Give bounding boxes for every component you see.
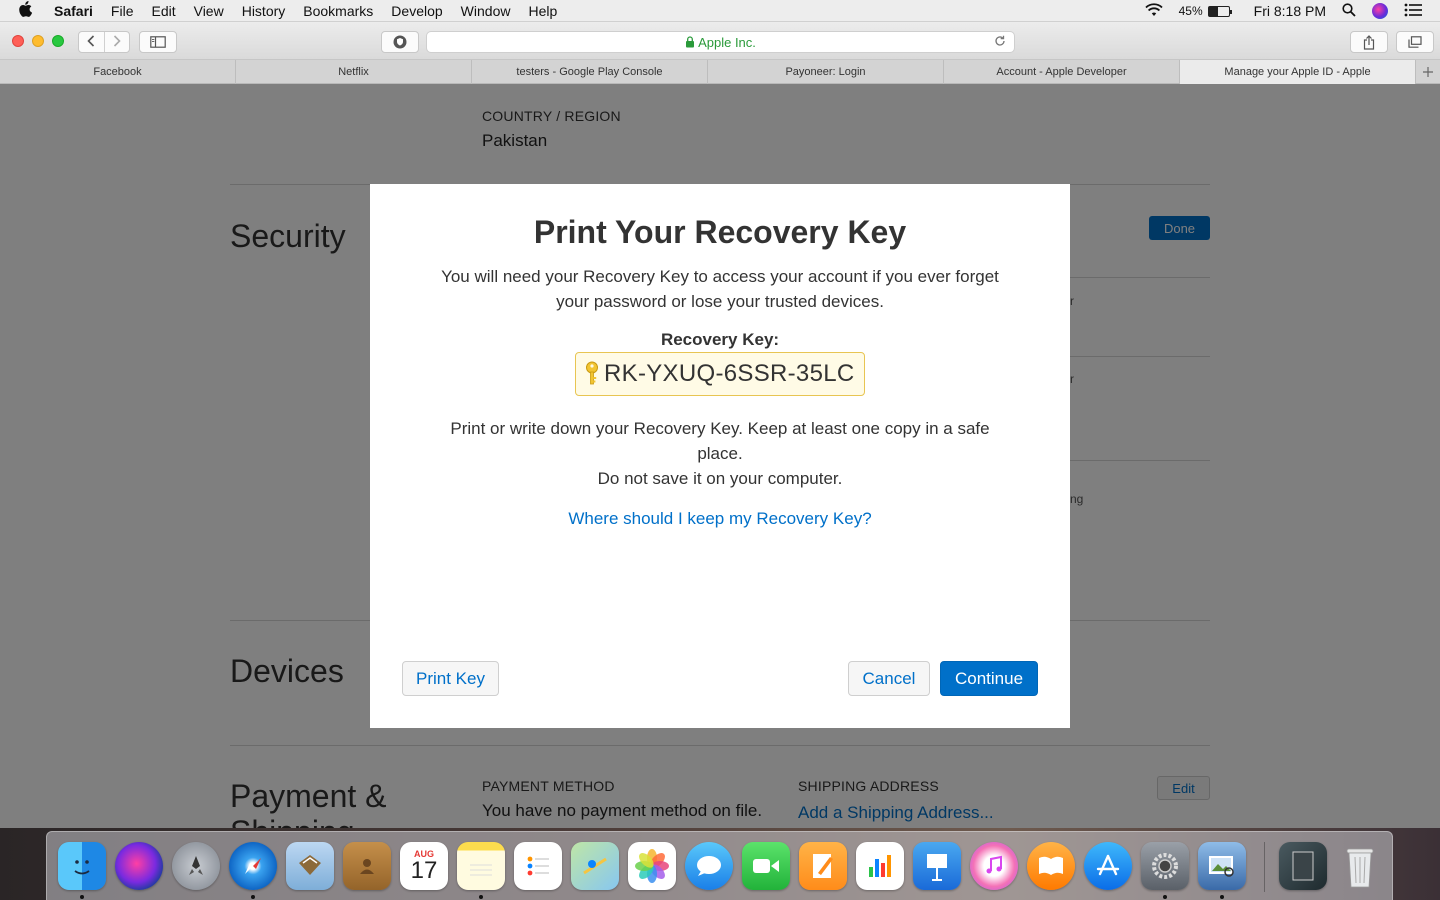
tab-facebook[interactable]: Facebook (0, 60, 236, 84)
fullscreen-window-button[interactable] (52, 35, 64, 47)
itunes-icon[interactable] (970, 842, 1018, 890)
recovery-key-value[interactable]: RK-YXUQ-6SSR-35LC (604, 360, 855, 388)
show-sidebar-button[interactable] (139, 31, 177, 53)
battery-percent: 45% (1178, 4, 1203, 18)
menu-app-name[interactable]: Safari (54, 3, 93, 19)
tab-manage-apple-id[interactable]: Manage your Apple ID - Apple (1180, 60, 1416, 84)
tab-payoneer[interactable]: Payoneer: Login (708, 60, 944, 84)
running-indicator (479, 895, 483, 899)
books-icon[interactable] (1027, 842, 1075, 890)
notice-line: Do not save it on your computer. (597, 469, 843, 488)
chevron-left-icon (87, 34, 95, 47)
dialog-title: Print Your Recovery Key (533, 214, 907, 250)
app-store-icon[interactable] (1084, 842, 1132, 890)
siri-menu-icon[interactable] (1372, 3, 1388, 19)
privacy-report-button[interactable] (381, 31, 419, 53)
print-key-button[interactable]: Print Key (402, 661, 499, 696)
siri-icon[interactable] (115, 842, 163, 890)
running-indicator (1220, 895, 1224, 899)
dialog-intro-text: You will need your Recovery Key to acces… (441, 267, 999, 311)
notes-icon[interactable] (457, 842, 505, 890)
keynote-icon[interactable] (913, 842, 961, 890)
shield-icon (393, 35, 407, 49)
menu-window[interactable]: Window (461, 3, 511, 19)
menu-bookmarks[interactable]: Bookmarks (303, 3, 373, 19)
pages-icon[interactable] (799, 842, 847, 890)
running-indicator (251, 895, 255, 899)
running-indicator (1163, 895, 1167, 899)
recovery-key-help-link[interactable]: Where should I keep my Recovery Key? (370, 509, 1070, 529)
recovery-key-label: Recovery Key: (660, 330, 780, 349)
numbers-icon[interactable] (856, 842, 904, 890)
tab-overview-icon (1408, 36, 1422, 48)
cancel-button[interactable]: Cancel (848, 661, 930, 696)
menu-history[interactable]: History (242, 3, 286, 19)
apple-menu-icon[interactable] (18, 0, 40, 21)
reminders-icon[interactable] (514, 842, 562, 890)
notice-line: Print or write down your Recovery Key. K… (450, 419, 990, 463)
safari-icon[interactable] (229, 842, 277, 890)
menu-view[interactable]: View (194, 3, 224, 19)
plus-icon (1423, 66, 1433, 77)
messages-icon[interactable] (685, 842, 733, 890)
continue-button[interactable]: Continue (940, 661, 1038, 696)
recovery-key-dialog: Print Your Recovery Key You will need yo… (370, 184, 1070, 728)
dialog-notice-text: Print or write down your Recovery Key. K… (450, 416, 990, 491)
dock: AUG 17 (46, 831, 1393, 900)
finder-icon[interactable] (58, 842, 106, 890)
menu-file[interactable]: File (111, 3, 134, 19)
close-window-button[interactable] (12, 35, 24, 47)
reload-icon[interactable] (994, 35, 1006, 50)
back-button[interactable] (79, 34, 104, 50)
lock-icon (686, 36, 695, 48)
navigation-buttons (78, 31, 130, 53)
recovery-key-field[interactable]: RK-YXUQ-6SSR-35LC (575, 352, 865, 396)
chevron-right-icon (113, 34, 121, 47)
spotlight-search-icon[interactable] (1342, 2, 1356, 20)
menu-help[interactable]: Help (528, 3, 557, 19)
running-indicator (80, 895, 84, 899)
wifi-icon[interactable] (1144, 2, 1163, 20)
mail-icon[interactable] (286, 842, 334, 890)
maps-icon[interactable] (571, 842, 619, 890)
photos-icon[interactable] (628, 842, 676, 890)
facetime-icon[interactable] (742, 842, 790, 890)
tab-apple-developer[interactable]: Account - Apple Developer (944, 60, 1180, 84)
dock-separator (1264, 842, 1265, 892)
menu-edit[interactable]: Edit (151, 3, 175, 19)
tab-google-play-console[interactable]: testers - Google Play Console (472, 60, 708, 84)
address-bar[interactable]: Apple Inc. (426, 31, 1015, 53)
launchpad-icon[interactable] (172, 842, 220, 890)
sidebar-icon (150, 36, 166, 48)
clock[interactable]: Fri 8:18 PM (1254, 3, 1326, 19)
browser-toolbar: Apple Inc. (0, 22, 1440, 60)
preview-icon[interactable] (1198, 842, 1246, 890)
calendar-day: 17 (410, 857, 438, 884)
tab-bar: Facebook Netflix testers - Google Play C… (0, 60, 1440, 84)
menu-develop[interactable]: Develop (391, 3, 442, 19)
share-icon (1363, 34, 1375, 50)
trash-icon[interactable] (1336, 842, 1384, 890)
battery-icon[interactable] (1207, 5, 1232, 17)
contacts-icon[interactable] (343, 842, 391, 890)
key-icon (586, 361, 598, 385)
system-preferences-icon[interactable] (1141, 842, 1189, 890)
share-button[interactable] (1350, 31, 1388, 53)
notification-center-icon[interactable] (1404, 3, 1422, 20)
address-text: Apple Inc. (698, 34, 756, 50)
minimize-window-button[interactable] (32, 35, 44, 47)
menu-bar: Safari File Edit View History Bookmarks … (0, 0, 1440, 22)
downloads-stack-icon[interactable] (1279, 842, 1327, 890)
new-tab-button[interactable] (1416, 60, 1440, 83)
web-page: COUNTRY / REGION Pakistan Security Done … (0, 84, 1440, 828)
tab-netflix[interactable]: Netflix (236, 60, 472, 84)
tab-overview-button[interactable] (1396, 31, 1434, 53)
forward-button[interactable] (105, 34, 130, 50)
calendar-icon[interactable]: AUG 17 (400, 842, 448, 890)
